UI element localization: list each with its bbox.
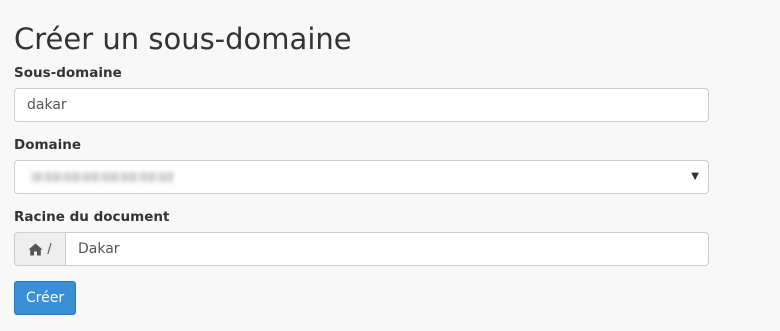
subdomain-label: Sous-domaine xyxy=(14,65,122,81)
domain-select[interactable]: ▼ xyxy=(14,160,709,194)
domain-label: Domaine xyxy=(14,137,82,153)
chevron-down-icon: ▼ xyxy=(691,171,699,182)
page-title: Créer un sous-domaine xyxy=(14,22,352,56)
document-root-label: Racine du document xyxy=(14,209,170,225)
home-icon xyxy=(28,243,43,256)
create-button[interactable]: Créer xyxy=(14,281,76,315)
document-root-prefix-slash: / xyxy=(47,241,52,257)
document-root-input[interactable] xyxy=(65,232,709,266)
subdomain-input[interactable] xyxy=(14,88,709,122)
document-root-prefix: / xyxy=(14,232,65,266)
document-root-group: / xyxy=(14,232,709,266)
domain-selected-value-redacted xyxy=(31,172,173,182)
